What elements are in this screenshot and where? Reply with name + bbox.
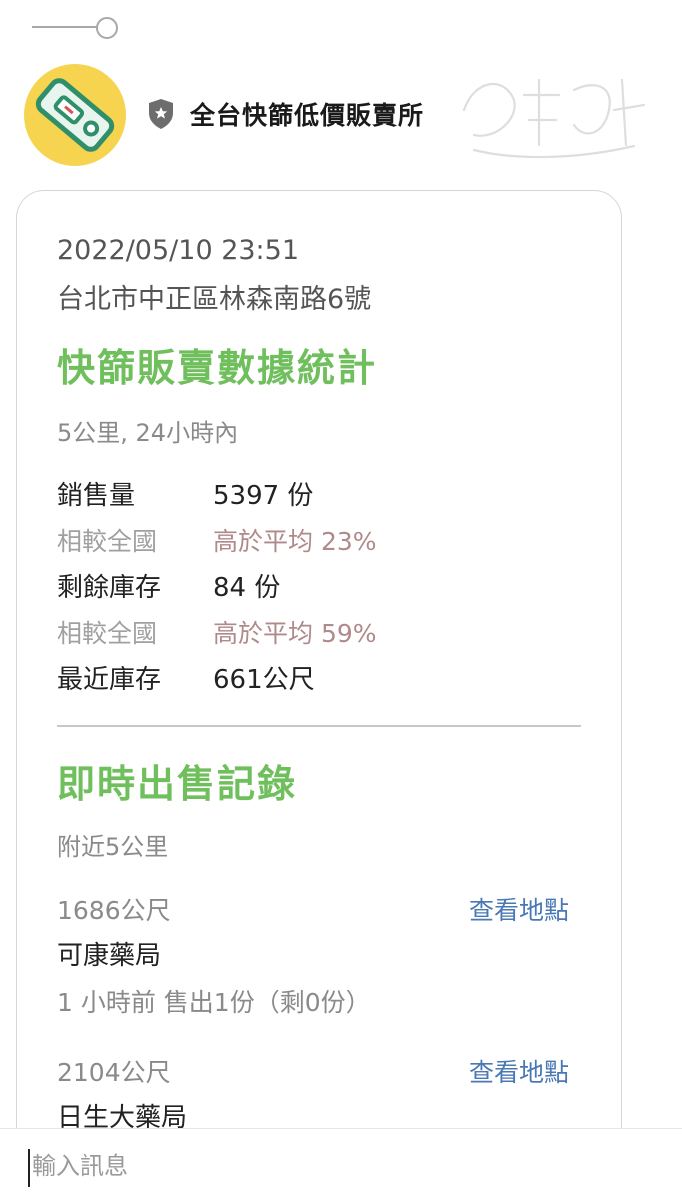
verified-shield-icon: [149, 99, 173, 129]
record-distance: 1686公尺: [57, 896, 171, 925]
stock-compare-value: 高於平均 59%: [213, 619, 377, 648]
record-store-name: 可康藥局: [57, 941, 162, 971]
view-location-link[interactable]: 查看地點: [469, 1053, 569, 1089]
location-address: 台北市中正區林森南路6號: [57, 284, 372, 315]
message-input[interactable]: [32, 1145, 652, 1187]
stock-value: 84 份: [213, 573, 281, 603]
handle-knob[interactable]: [96, 17, 118, 39]
sales-label: 銷售量: [57, 481, 136, 511]
message-input-bar: [0, 1128, 682, 1200]
chat-screen: 全台快篩低價販賣所 2022/05/10 23:51 台北市中正區林森南路6號 …: [0, 0, 682, 1200]
realtime-scope: 附近5公里: [57, 833, 169, 861]
top-drag-handle[interactable]: [32, 14, 118, 40]
nearest-stock-label: 最近庫存: [57, 665, 162, 695]
record-sold-info: 1 小時前 售出1份（剩0份）: [57, 988, 371, 1017]
sales-value: 5397 份: [213, 481, 314, 511]
channel-avatar[interactable]: [24, 64, 126, 166]
view-location-link[interactable]: 查看地點: [469, 891, 569, 927]
nearest-stock-value: 661公尺: [213, 665, 315, 695]
section-divider: [57, 725, 581, 727]
message-card: 2022/05/10 23:51 台北市中正區林森南路6號 快篩販賣數據統計 5…: [16, 190, 622, 1200]
stats-title: 快篩販賣數據統計: [57, 346, 378, 390]
stock-label: 剩餘庫存: [57, 573, 162, 603]
sales-compare-label: 相較全國: [57, 527, 158, 556]
record-distance: 2104公尺: [57, 1058, 171, 1087]
text-caret: [28, 1149, 30, 1187]
stats-scope: 5公里, 24小時內: [57, 419, 239, 447]
realtime-title: 即時出售記錄: [57, 762, 298, 806]
test-kit-icon: [35, 78, 115, 152]
handle-line: [32, 26, 100, 28]
channel-name: 全台快篩低價販賣所: [190, 101, 425, 130]
sales-compare-value: 高於平均 23%: [213, 527, 377, 556]
message-timestamp: 2022/05/10 23:51: [57, 235, 300, 266]
publisher-watermark-logo: [459, 75, 649, 159]
stock-compare-label: 相較全國: [57, 619, 158, 648]
